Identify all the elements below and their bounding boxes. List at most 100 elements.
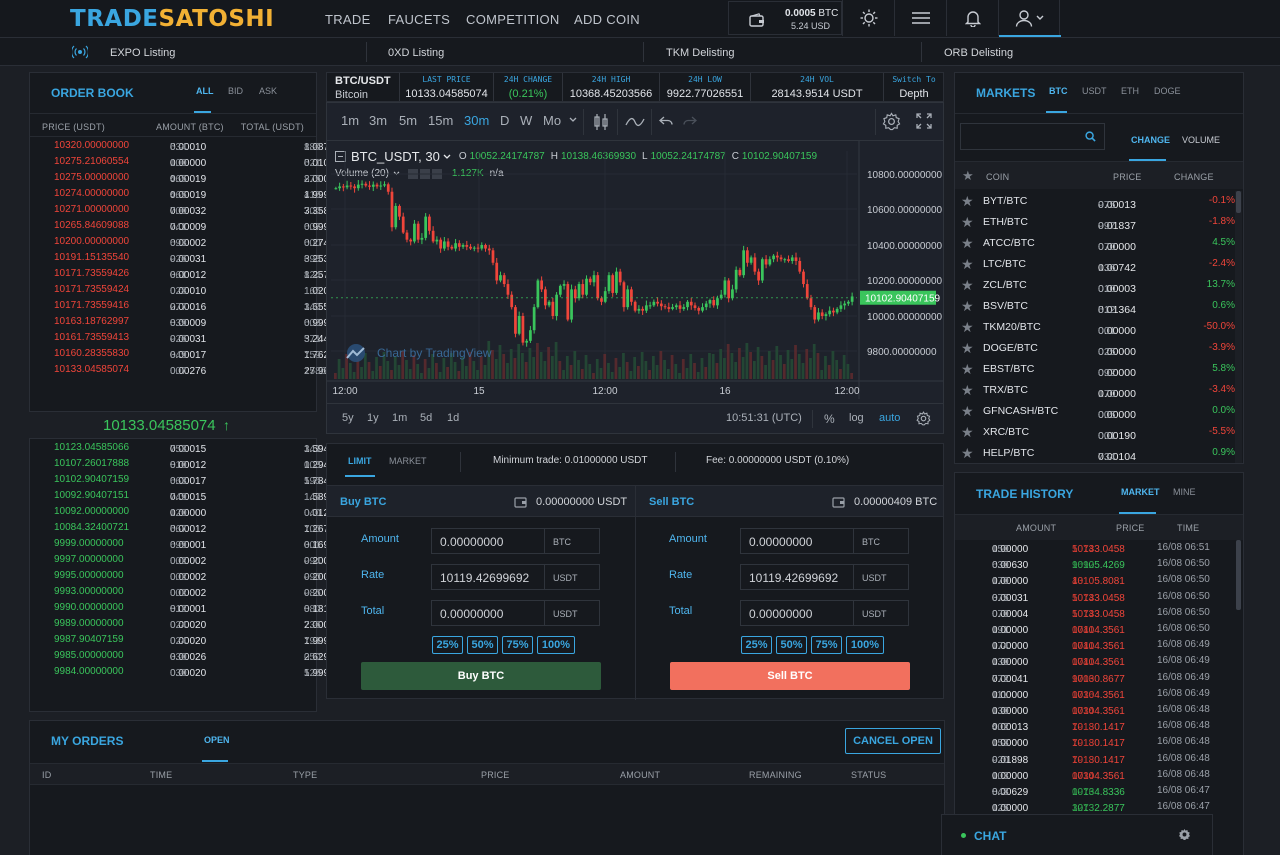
sort-change[interactable]: CHANGE — [1131, 135, 1170, 145]
interval-month[interactable]: Mo — [543, 113, 561, 128]
ticker-item-1[interactable]: EXPO Listing — [110, 47, 175, 59]
star-icon[interactable]: ★ — [961, 298, 974, 315]
bid-row[interactable]: 9999.00000000 0.00001 699 0.16988 301 — [30, 536, 340, 552]
interval-day[interactable]: D — [500, 113, 509, 128]
tab-all[interactable]: ALL — [196, 86, 214, 96]
buy-100-button[interactable]: 100% — [537, 636, 575, 654]
tab-ask[interactable]: ASK — [259, 86, 277, 96]
ask-row[interactable]: 10275.00000000 0.00019 465 2.00002 875 — [30, 170, 340, 186]
sell-amount-input[interactable]: 0.00000000 — [740, 528, 854, 554]
buy-75-button[interactable]: 75% — [502, 636, 533, 654]
ticker-item-2[interactable]: 0XD Listing — [388, 47, 444, 59]
user-menu[interactable] — [998, 0, 1061, 37]
log-toggle[interactable]: log — [849, 412, 864, 424]
ask-row[interactable]: 10171.73559424 0.00010 028 1.02002 165 — [30, 282, 340, 298]
undo-icon[interactable] — [659, 115, 673, 127]
chat-label[interactable]: CHAT — [974, 829, 1006, 843]
gear-icon[interactable] — [916, 411, 931, 426]
utc-clock[interactable]: 10:51:31 (UTC) — [726, 412, 802, 424]
market-search-input[interactable] — [960, 123, 1105, 150]
star-icon[interactable]: ★ — [961, 445, 974, 462]
tab-usdt[interactable]: USDT — [1082, 86, 1107, 96]
buy-rate-input[interactable]: 10119.42699692 — [431, 564, 545, 590]
auto-toggle[interactable]: auto — [879, 412, 900, 424]
theme-toggle[interactable] — [842, 0, 894, 36]
buy-25-button[interactable]: 25% — [432, 636, 463, 654]
buy-amount-input[interactable]: 0.00000000 — [431, 528, 545, 554]
interval-3m[interactable]: 3m — [369, 113, 387, 128]
star-icon[interactable]: ★ — [961, 193, 974, 210]
bid-row[interactable]: 9989.00000000 0.00020 024 2.00019 736 — [30, 616, 340, 632]
sell-100-button[interactable]: 100% — [846, 636, 884, 654]
fullscreen-icon[interactable] — [916, 113, 932, 129]
ticker-item-3[interactable]: TKM Delisting — [666, 47, 734, 59]
depth-toggle[interactable]: Depth — [884, 88, 944, 100]
gear-icon[interactable] — [1178, 828, 1191, 841]
ask-row[interactable]: 10274.00000000 0.00019 465 1.99983 410 — [30, 186, 340, 202]
ask-row[interactable]: 10133.04585074 0.00276 007 27.9679 1586 — [30, 362, 340, 378]
range-1y[interactable]: 1y — [367, 412, 379, 424]
bid-row[interactable]: 10092.00000000 0.00000 120 0.01211 040 — [30, 504, 339, 520]
tab-btc[interactable]: BTC — [1049, 86, 1068, 96]
buy-balance[interactable]: 0.00000000 USDT — [536, 496, 627, 508]
sell-25-button[interactable]: 25% — [741, 636, 772, 654]
range-1d[interactable]: 1d — [447, 412, 459, 424]
star-icon[interactable]: ★ — [961, 277, 974, 294]
redo-icon[interactable] — [683, 115, 697, 127]
candle-style-icon[interactable] — [593, 113, 609, 131]
nav-faucets[interactable]: FAUCETS — [388, 12, 450, 27]
sell-button[interactable]: Sell BTC — [670, 662, 910, 690]
ask-row[interactable]: 10275.21060554 0.00000 100 0.01027 521 — [30, 154, 340, 170]
nav-competition[interactable]: COMPETITION — [466, 12, 560, 27]
tab-open[interactable]: OPEN — [204, 735, 230, 745]
star-icon[interactable]: ★ — [961, 361, 974, 378]
market-row[interactable]: ★ DOGE/BTC 0.00000 025 -3.9% — [955, 338, 1235, 359]
range-1m[interactable]: 1m — [392, 412, 407, 424]
market-row[interactable]: ★ HELP/BTC 0.00104 734 0.9% — [955, 443, 1235, 463]
bid-row[interactable]: 9995.00000000 0.00002 002 0.20009 990 — [30, 568, 340, 584]
percent-toggle[interactable]: % — [824, 412, 835, 426]
star-icon[interactable]: ★ — [961, 319, 974, 336]
range-5d[interactable]: 5d — [420, 412, 432, 424]
sell-75-button[interactable]: 75% — [811, 636, 842, 654]
ask-row[interactable]: 10191.15135540 0.00031 926 3.25362 698 — [30, 250, 340, 266]
cancel-open-button[interactable]: CANCEL OPEN — [845, 728, 941, 754]
ask-row[interactable]: 10160.28355830 0.00017 349 1.76270 759 — [30, 346, 340, 362]
tab-doge[interactable]: DOGE — [1154, 86, 1181, 96]
ask-row[interactable]: 10163.18762997 0.00009 839 0.99995 603 — [30, 314, 340, 330]
bid-row[interactable]: 9990.00000000 0.00001 812 0.18101 880 — [30, 600, 340, 616]
star-icon[interactable]: ★ — [961, 424, 974, 441]
tab-limit[interactable]: LIMIT — [348, 456, 372, 466]
wallet-balance[interactable]: 0.0005 BTC 5.24 USD — [728, 1, 842, 35]
bid-row[interactable]: 10092.90407151 0.00015 749 1.58953 146 — [30, 488, 340, 504]
buy-button[interactable]: Buy BTC — [361, 662, 601, 690]
market-row[interactable]: ★ EBST/BTC 0.00000 092 5.8% — [955, 359, 1235, 380]
gear-icon[interactable] — [882, 112, 901, 131]
buy-total-input[interactable]: 0.00000000 — [431, 600, 545, 626]
ask-row[interactable]: 10161.73559413 0.00031 926 3.24423 571 — [30, 330, 340, 346]
tab-market-history[interactable]: MARKET — [1121, 487, 1160, 497]
sell-total-input[interactable]: 0.00000000 — [740, 600, 854, 626]
bid-row[interactable]: 10123.04585066 0.00015 753 1.59468 341 — [30, 440, 340, 456]
indicators-icon[interactable] — [625, 115, 645, 129]
bid-row[interactable]: 9987.90407159 0.00020 024 1.99997 791 — [30, 632, 340, 648]
sell-balance[interactable]: 0.00000409 BTC — [854, 496, 937, 508]
search-icon[interactable] — [1085, 131, 1096, 142]
tab-eth[interactable]: ETH — [1121, 86, 1139, 96]
star-icon[interactable]: ★ — [961, 256, 974, 273]
market-row[interactable]: ★ ZCL/BTC 0.00003 010 13.7% — [955, 275, 1235, 296]
nav-trade[interactable]: TRADE — [325, 12, 371, 27]
notifications-button[interactable] — [946, 0, 998, 36]
star-icon[interactable]: ★ — [961, 382, 974, 399]
bid-row[interactable]: 9985.00000000 0.00026 330 2.62905 050 — [30, 648, 340, 664]
ask-row[interactable]: 10171.73559426 0.00012 361 1.25732 824 — [30, 266, 340, 282]
ask-row[interactable]: 10171.73559416 0.00016 277 1.65565 340 — [30, 298, 340, 314]
market-row[interactable]: ★ LTC/BTC 0.00742 136 -2.4% — [955, 254, 1235, 275]
tab-market[interactable]: MARKET — [389, 456, 427, 466]
bid-row[interactable]: 9993.00000000 0.00002 002 0.20005 986 — [30, 584, 340, 600]
bid-row[interactable]: 10084.32400721 0.00012 567 1.26729 700 — [30, 520, 340, 536]
bid-row[interactable]: 9984.00000000 0.00020 030 1.99979 520 — [30, 664, 340, 680]
tab-mine[interactable]: MINE — [1173, 487, 1196, 497]
market-row[interactable]: ★ TKM20/BTC 0.00000 001 -50.0% — [955, 317, 1235, 338]
star-icon[interactable]: ★ — [961, 340, 974, 357]
